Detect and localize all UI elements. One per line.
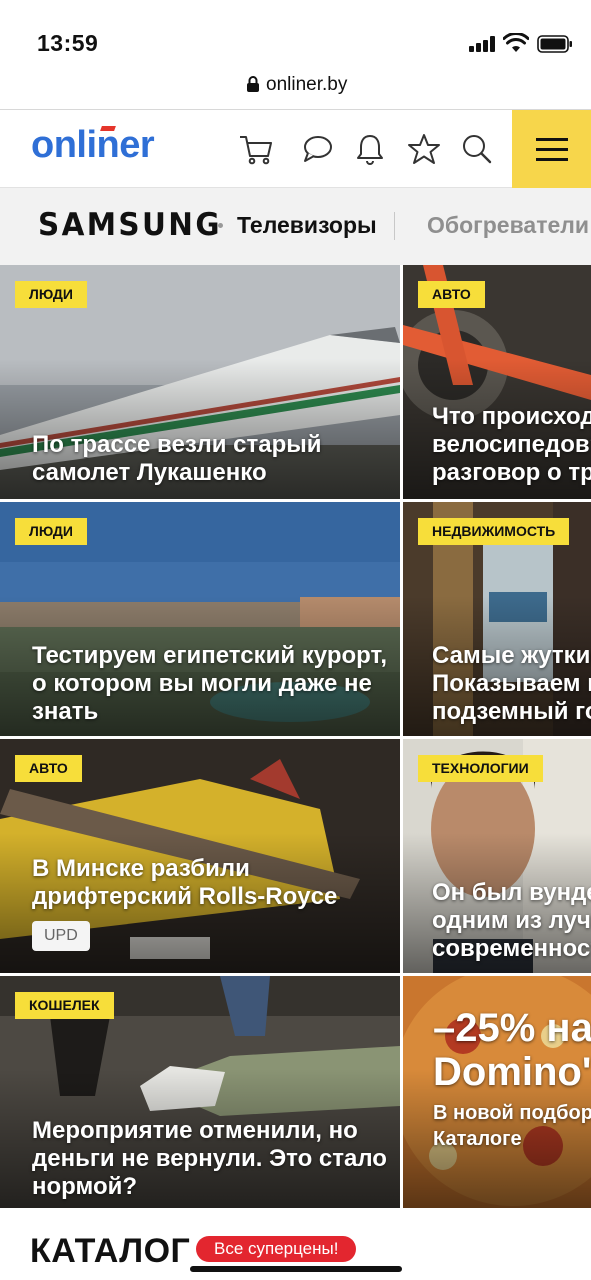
- battery-icon: [537, 35, 572, 53]
- browser-url[interactable]: onliner.by: [266, 74, 347, 96]
- news-headline[interactable]: Тестируем египетский курорт, о котором в…: [32, 642, 387, 726]
- news-headline[interactable]: Мероприятие отменили, но деньги не верну…: [32, 1117, 387, 1201]
- status-bar: 13:59: [0, 0, 591, 66]
- bell-icon[interactable]: [352, 132, 388, 166]
- onliner-logo[interactable]: onliner: [31, 124, 155, 167]
- category-tag[interactable]: Авто: [15, 755, 82, 782]
- news-card[interactable]: Технологии Он был вундер одним из лучш с…: [403, 739, 591, 973]
- brand-link-tv[interactable]: Телевизоры: [237, 212, 377, 239]
- wifi-icon: [503, 33, 529, 52]
- category-tag[interactable]: Кошелек: [15, 992, 114, 1019]
- category-tag[interactable]: Недвижимость: [418, 518, 570, 545]
- news-headline[interactable]: Он был вундер одним из лучш современност…: [432, 879, 591, 963]
- catalog-section: КАТАЛОГ Все суперцены!: [0, 1208, 591, 1280]
- news-grid: Люди По трассе везли старый самолет Лука…: [0, 265, 591, 1208]
- supers-button[interactable]: Все суперцены!: [196, 1236, 357, 1262]
- star-icon[interactable]: [406, 132, 442, 166]
- divider: [394, 212, 395, 240]
- site-header: onliner: [0, 110, 591, 188]
- cart-icon[interactable]: [238, 132, 274, 166]
- category-tag[interactable]: Люди: [15, 518, 87, 545]
- news-card[interactable]: Кошелек Мероприятие отменили, но деньги …: [0, 976, 400, 1208]
- news-headline[interactable]: По трассе везли старый самолет Лукашенко: [32, 431, 321, 487]
- menu-icon-bar: [536, 158, 568, 161]
- category-tag[interactable]: Люди: [15, 281, 87, 308]
- news-headline[interactable]: Самые жуткие Показываем м подземный го: [432, 642, 591, 726]
- chat-icon[interactable]: [300, 132, 336, 166]
- catalog-title[interactable]: КАТАЛОГ: [30, 1232, 190, 1271]
- menu-icon: [536, 138, 568, 141]
- brand-strip: SAMSUNG Телевизоры Обогреватели: [0, 188, 591, 265]
- news-headline[interactable]: Что происходит велосипедов? разговор о т…: [432, 403, 591, 487]
- lock-icon: [247, 76, 259, 92]
- category-tag[interactable]: Авто: [418, 281, 485, 308]
- status-time: 13:59: [37, 30, 99, 56]
- news-headline[interactable]: В Минске разбили дрифтерский Rolls-Royce: [32, 855, 337, 911]
- promo-card[interactable]: –25% на п Domino's В новой подбор Катало…: [403, 976, 591, 1208]
- samsung-logo[interactable]: SAMSUNG: [38, 207, 222, 243]
- signal-icon: [469, 36, 497, 52]
- search-icon[interactable]: [459, 132, 495, 166]
- news-card[interactable]: Недвижимость Самые жуткие Показываем м п…: [403, 502, 591, 736]
- menu-button[interactable]: [512, 110, 591, 188]
- news-card[interactable]: Авто В Минске разбили дрифтерский Rolls-…: [0, 739, 400, 973]
- home-indicator[interactable]: [190, 1266, 402, 1272]
- separator-dot: [218, 223, 223, 228]
- brand-link-heaters[interactable]: Обогреватели: [427, 212, 589, 239]
- browser-url-bar[interactable]: onliner.by: [0, 66, 591, 110]
- logo-accent: [100, 126, 116, 131]
- menu-icon-bar: [536, 148, 568, 151]
- category-tag[interactable]: Технологии: [418, 755, 543, 782]
- promo-subtitle[interactable]: В новой подбор Каталоге: [433, 1100, 591, 1152]
- update-badge: UPD: [32, 921, 90, 951]
- promo-title[interactable]: –25% на п Domino's: [433, 1006, 591, 1094]
- news-card[interactable]: Люди Тестируем египетский курорт, о кото…: [0, 502, 400, 736]
- news-card[interactable]: Люди По трассе везли старый самолет Лука…: [0, 265, 400, 499]
- news-card[interactable]: Авто Что происходит велосипедов? разгово…: [403, 265, 591, 499]
